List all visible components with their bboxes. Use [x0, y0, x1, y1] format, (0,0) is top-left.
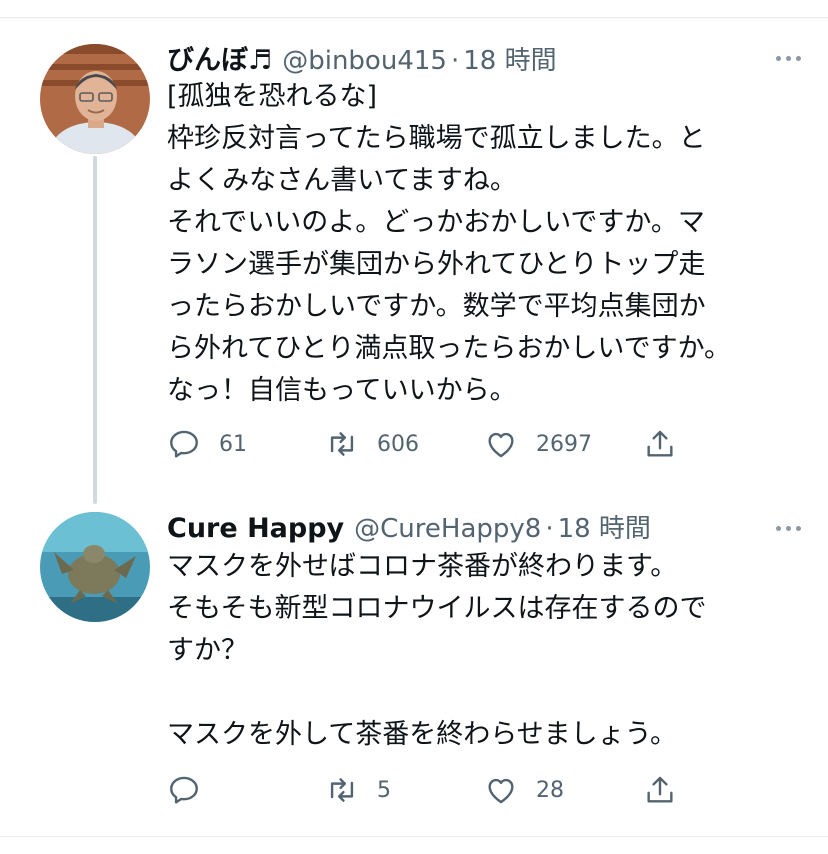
share-button[interactable] [643, 424, 677, 464]
thread-connector-line [93, 156, 97, 504]
tweet-text-line [167, 672, 807, 714]
like-button[interactable]: 28 [484, 770, 564, 810]
sea-turtle-photo-icon [40, 512, 150, 622]
tweet-text-line: 枠珍反対言ってたら職場で孤立しました。と [167, 123, 706, 154]
display-name[interactable]: びんぼ♬ [167, 38, 272, 77]
separator: · [545, 514, 554, 544]
retweet-icon [330, 432, 354, 456]
more-dot-icon [776, 56, 781, 61]
share-button[interactable] [643, 770, 677, 810]
tweet-text: マスクを外せばコロナ茶番が終わります。 そもそも新型コロナウイルスは存在するので… [167, 546, 807, 756]
tweet-content: びんぼ♬ @binbou415 · 18 時間 [孤独を恐れるな] 枠珍反対言っ… [167, 38, 807, 412]
separator: · [450, 46, 460, 76]
display-name[interactable]: Cure Happy [167, 513, 344, 544]
timestamp[interactable]: 18 時間 [463, 40, 556, 77]
tweet-text-line: ら外れてひとり満点取ったらおかしいですか。 [167, 333, 732, 364]
timestamp[interactable]: 18 時間 [558, 508, 651, 545]
tweet-content: Cure Happy @CureHappy8 · 18 時間 マスクを外せばコロ… [167, 508, 807, 756]
user-handle[interactable]: @binbou415 [282, 46, 447, 76]
user-handle[interactable]: @CureHappy8 [354, 514, 541, 544]
tweet-text-line: それでいいのよ。どっかおかしいですか。マ [167, 207, 705, 238]
reply-icon [170, 776, 198, 804]
retweet-count: 606 [377, 431, 419, 457]
retweet-icon [330, 778, 354, 802]
bottom-divider [0, 836, 828, 837]
more-options-button[interactable] [770, 50, 807, 67]
avatar[interactable] [40, 512, 150, 622]
tweet-text-line: すか？ [167, 635, 248, 666]
tweet-header: びんぼ♬ @binbou415 · 18 時間 [167, 38, 807, 78]
more-options-button[interactable] [770, 520, 807, 537]
retweet-button[interactable]: 606 [325, 424, 419, 464]
tweet-text: [孤独を恐れるな] 枠珍反対言ってたら職場で孤立しました。と よくみなさん書いて… [167, 76, 807, 412]
like-count: 28 [536, 777, 564, 803]
retweet-button[interactable]: 5 [325, 770, 391, 810]
heart-icon [488, 778, 514, 804]
top-divider [0, 17, 828, 18]
share-icon [647, 430, 673, 457]
tweet-text-line: マスクを外して茶番を終わらせましょう。 [167, 719, 678, 750]
user-photo-icon [40, 44, 150, 154]
retweet-count: 5 [377, 777, 391, 803]
like-count: 2697 [536, 431, 592, 457]
reply-button[interactable] [167, 770, 219, 810]
tweet-actions: 5 28 [167, 770, 687, 810]
more-dot-icon [786, 56, 791, 61]
share-icon [647, 776, 673, 803]
tweet-text-line: そもそも新型コロナウイルスは存在するので [167, 593, 707, 624]
tweet-text-line: ったらおかしいですか。数学で平均点集団か [167, 291, 706, 322]
more-dot-icon [786, 526, 791, 531]
tweet-header: Cure Happy @CureHappy8 · 18 時間 [167, 508, 807, 548]
tweet-text-line: なっ！自信もっていいから。 [167, 375, 517, 406]
heart-icon [488, 432, 514, 458]
reply-button[interactable]: 61 [167, 424, 247, 464]
reply-icon [170, 430, 198, 458]
more-dot-icon [796, 56, 801, 61]
tweet-text-line: [孤独を恐れるな] [167, 81, 378, 112]
more-dot-icon [796, 526, 801, 531]
avatar[interactable] [40, 44, 150, 154]
tweet-actions: 61 606 2697 [167, 424, 687, 464]
like-button[interactable]: 2697 [484, 424, 592, 464]
tweet-text-line: マスクを外せばコロナ茶番が終わります。 [167, 551, 678, 582]
more-dot-icon [776, 526, 781, 531]
reply-count: 61 [219, 431, 247, 457]
tweet-text-line: よくみなさん書いてますね。 [167, 165, 517, 196]
tweet-text-line: ラソン選手が集団から外れてひとりトップ走 [167, 249, 706, 280]
